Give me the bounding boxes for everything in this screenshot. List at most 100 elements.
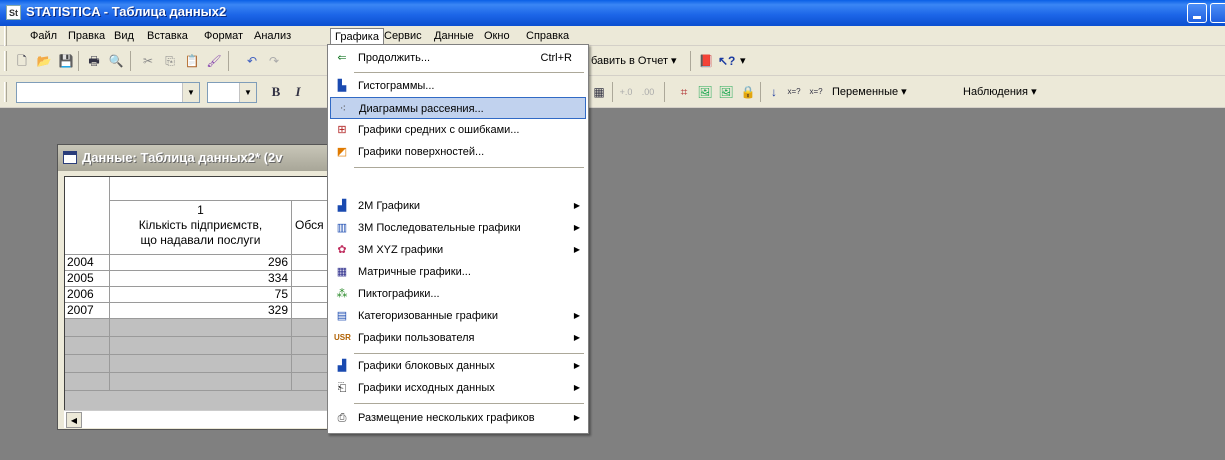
increase-decimal-icon[interactable]: +.0 (618, 84, 634, 100)
menu-item-matrix-plots[interactable]: ▦ Матричные графики... (330, 261, 586, 283)
empty-cell[interactable] (110, 319, 292, 337)
empty-cell[interactable] (292, 355, 329, 373)
empty-cell[interactable] (292, 373, 329, 391)
cases-icon[interactable]: ⌗ (676, 84, 692, 100)
chevron-down-icon[interactable]: ▼ (182, 83, 199, 102)
undo-icon[interactable]: ↶ (244, 53, 260, 69)
recalculate-all-icon[interactable]: x=? (808, 84, 824, 100)
minimize-button[interactable] (1187, 3, 1207, 23)
context-help-icon[interactable]: ↖? (718, 53, 735, 69)
empty-cell[interactable] (110, 355, 292, 373)
new-file-icon[interactable]: 🗋 (14, 53, 30, 69)
print-icon[interactable]: 🖶 (86, 53, 102, 69)
chevron-down-icon[interactable]: ▼ (239, 83, 256, 102)
grid-icon[interactable]: ▦ (591, 84, 607, 100)
menu-item-label: Графики пользователя (358, 332, 475, 344)
horizontal-scrollbar[interactable]: ◀ (64, 410, 328, 428)
data-spreadsheet-window[interactable]: Данные: Таблица данных2* (2v 1 Кількість… (57, 144, 329, 430)
menu-data[interactable]: Данные (430, 28, 478, 44)
menu-format[interactable]: Формат (200, 28, 247, 44)
report-book-icon[interactable]: 📕 (698, 53, 714, 69)
scatterplot-icon: ⁖ (339, 103, 347, 115)
row-header[interactable]: 2005 (65, 271, 110, 287)
table-cell[interactable]: 75 (110, 287, 292, 303)
help-dropdown-arrow[interactable]: ▾ (740, 53, 746, 69)
open-folder-icon[interactable]: 📂 (36, 53, 52, 69)
menu-item-surface-plots[interactable]: ◩ Графики поверхностей... (330, 141, 586, 163)
empty-cell[interactable] (292, 319, 329, 337)
recalculate-icon[interactable]: x=? (786, 84, 802, 100)
table-cell[interactable] (292, 255, 329, 271)
empty-cell[interactable] (110, 337, 292, 355)
font-name-combo[interactable]: ▼ (16, 82, 200, 103)
menu-item-input-data[interactable]: ⎗ Графики исходных данных ▶ (330, 377, 586, 399)
sort-icon[interactable]: ↓ (766, 84, 782, 100)
menu-item-continue[interactable]: ⇐ Продолжить... Ctrl+R (330, 47, 586, 69)
font-size-combo[interactable]: ▼ (207, 82, 257, 103)
menu-item-multiple-graphs[interactable]: ⎙ Размещение нескольких графиков ▶ (330, 407, 586, 429)
menu-graphics[interactable]: Графика (330, 28, 384, 44)
empty-row-header[interactable] (65, 355, 110, 373)
row-header[interactable]: 2004 (65, 255, 110, 271)
menu-help[interactable]: Справка (522, 28, 573, 44)
column-header-1[interactable]: 1 Кількість підприємств, що надавали пос… (110, 201, 292, 255)
spreadsheet-title-bar[interactable]: Данные: Таблица данных2* (2v (58, 145, 328, 171)
menu-item-3d-xyz[interactable]: ✿ 3М XYZ графики ▶ (330, 239, 586, 261)
table-cell[interactable]: 296 (110, 255, 292, 271)
variables-menu-button[interactable]: Переменные ▾ (832, 84, 907, 100)
menu-edit[interactable]: Правка (64, 28, 109, 44)
menu-item-3d-sequential[interactable]: ▥ 3М Последовательные графики ▶ (330, 217, 586, 239)
menu-item-categorized[interactable]: ▤ Категоризованные графики ▶ (330, 305, 586, 327)
selection-conditions-icon[interactable]: 🔒 (740, 84, 756, 100)
decrease-decimal-icon[interactable]: .00 (640, 84, 656, 100)
menu-item-block-data[interactable]: ▟ Графики блоковых данных ▶ (330, 355, 586, 377)
empty-row-header[interactable] (65, 337, 110, 355)
menu-view[interactable]: Вид (110, 28, 138, 44)
menu-item-icon-plots[interactable]: ⁂ Пиктографики... (330, 283, 586, 305)
menu-item-user-graphs[interactable]: USR Графики пользователя ▶ (330, 327, 586, 349)
statistica-app-icon[interactable]: St (6, 5, 21, 20)
spreadsheet-grid[interactable]: 1 Кількість підприємств, що надавали пос… (64, 176, 329, 416)
table-cell[interactable] (292, 271, 329, 287)
table-cell[interactable]: 329 (110, 303, 292, 319)
cut-icon[interactable]: ✂ (140, 53, 156, 69)
variable-specs-icon[interactable]: 🖼 (697, 84, 713, 100)
empty-row-header[interactable] (65, 319, 110, 337)
row-header[interactable]: 2006 (65, 287, 110, 303)
empty-cell[interactable] (292, 337, 329, 355)
corner-cell[interactable] (65, 177, 110, 255)
table-cell[interactable]: 334 (110, 271, 292, 287)
maximize-button[interactable] (1210, 3, 1225, 23)
column-header-2[interactable]: Обся (292, 201, 329, 255)
menu-item-histograms[interactable]: ▙ Гистограммы... (330, 75, 586, 97)
empty-cell[interactable] (110, 373, 292, 391)
column-2-name: Обся (295, 218, 324, 232)
menu-window[interactable]: Окно (480, 28, 514, 44)
copy-icon[interactable]: ⎘ (162, 53, 178, 69)
cases-menu-button[interactable]: Наблюдения ▾ (963, 84, 1037, 100)
italic-button[interactable]: I (290, 84, 306, 100)
all-specs-icon[interactable]: 🖼 (718, 84, 734, 100)
menu-insert[interactable]: Вставка (143, 28, 192, 44)
table-cell[interactable] (292, 303, 329, 319)
menu-file[interactable]: Файл (26, 28, 61, 44)
table-cell[interactable] (292, 287, 329, 303)
add-to-report-button[interactable]: бавить в Отчет ▾ (591, 53, 677, 69)
menu-bar: Файл Правка Вид Вставка Формат Анализ Гр… (0, 26, 1225, 46)
save-icon[interactable]: 💾 (58, 53, 74, 69)
menu-tools[interactable]: Сервис (380, 28, 426, 44)
menu-item-scatterplots[interactable]: ⁖ Диаграммы рассеяния... (330, 97, 586, 119)
redo-icon[interactable]: ↷ (266, 53, 282, 69)
paste-icon[interactable]: 📋 (184, 53, 200, 69)
menu-item-2d-graphs[interactable]: ▟ 2М Графики ▶ (330, 195, 586, 217)
bold-button[interactable]: B (268, 84, 284, 100)
scroll-left-arrow-icon[interactable]: ◀ (66, 412, 82, 428)
format-painter-icon[interactable]: 🖌 (206, 53, 222, 69)
toolbar-separator (78, 51, 79, 71)
print-preview-icon[interactable]: 🔍 (108, 53, 124, 69)
menu-separator (354, 72, 584, 73)
menu-analysis[interactable]: Анализ (250, 28, 295, 44)
menu-item-means-with-errors[interactable]: ⊞ Графики средних с ошибками... (330, 119, 586, 141)
row-header[interactable]: 2007 (65, 303, 110, 319)
empty-row-header[interactable] (65, 373, 110, 391)
